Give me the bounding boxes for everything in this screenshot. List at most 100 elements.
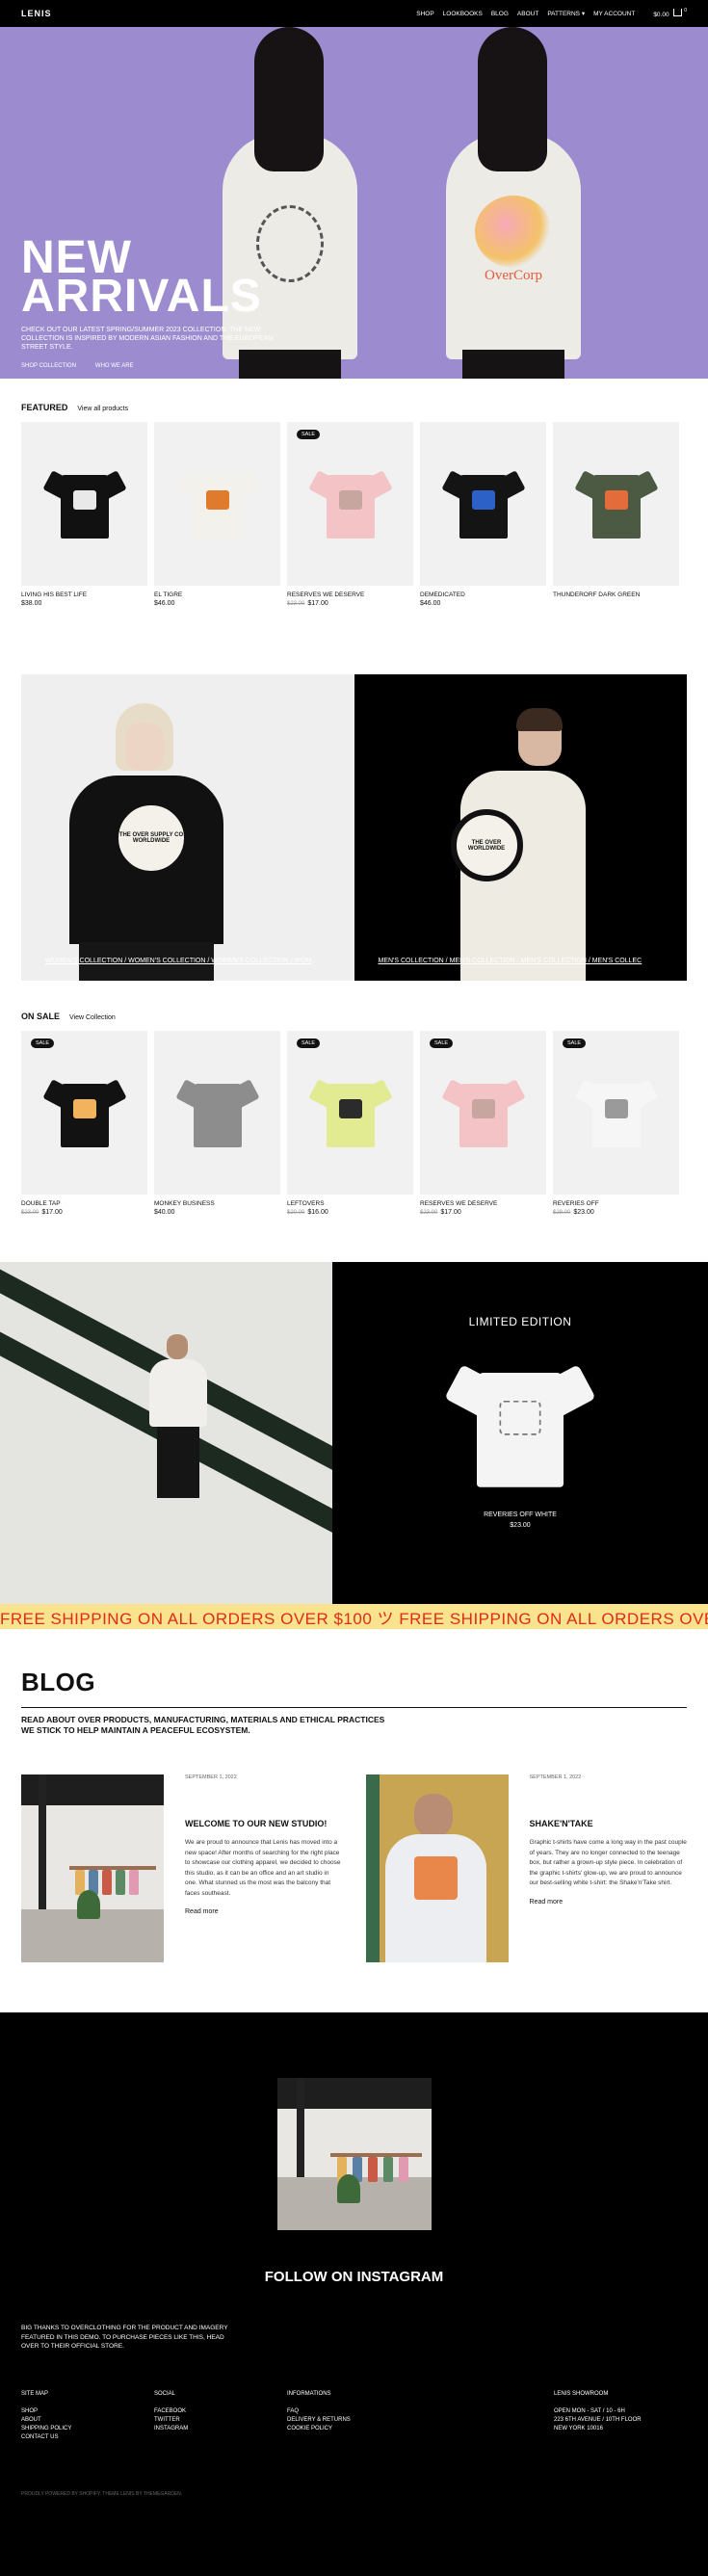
footer-link-facebook[interactable]: FACEBOOK	[154, 2407, 287, 2416]
product-name[interactable]: RESERVES WE DESERVE	[287, 591, 413, 598]
hero-title-line2: ARRIVALS	[21, 271, 262, 322]
post-title[interactable]: SHAKE'N'TAKE	[530, 1819, 688, 1828]
nav-lookbooks[interactable]: LOOKBOOKS	[443, 11, 483, 17]
womens-collection-link[interactable]: WOMEN'S COLLECTION / WOMEN'S COLLECTION …	[45, 958, 311, 964]
footer-link-twitter[interactable]: TWITTER	[154, 2416, 287, 2425]
post-date: SEPTEMBER 1, 2022	[185, 1774, 237, 1780]
product-image[interactable]	[154, 422, 280, 586]
limited-edition-panel: LIMITED EDITION REVERIES OFF WHITE $23.0…	[332, 1262, 708, 1604]
current-price: $38.00	[21, 600, 42, 607]
mens-collection-panel[interactable]: THE OVER WORLDWIDE MEN'S COLLECTION / ME…	[354, 674, 687, 981]
limited-product-image[interactable]	[443, 1348, 597, 1502]
current-price: $46.00	[420, 600, 441, 607]
nav-shop[interactable]: SHOP	[416, 11, 433, 17]
product-name[interactable]: DOUBLE TAP	[21, 1200, 147, 1207]
product-card[interactable]: SALE LEFTOVERS $20.00 $16.00	[287, 1031, 413, 1216]
product-name[interactable]: REVERIES OFF	[553, 1200, 679, 1207]
tshirt-graphic	[573, 469, 659, 539]
stairs-model	[149, 1334, 207, 1498]
cart-icon	[673, 9, 683, 16]
footer-link-delivery[interactable]: DELIVERY & RETURNS	[287, 2416, 420, 2425]
footer-link-instagram[interactable]: INSTAGRAM	[154, 2425, 287, 2433]
back-print-graphic: THE OVER WORLDWIDE	[450, 809, 523, 881]
nav-my-account[interactable]: MY ACCOUNT	[593, 11, 635, 17]
footer-col-showroom: LENIS SHOWROOM OPEN MON - SAT / 10 - 6H …	[554, 2390, 687, 2442]
womens-model-shirt: THE OVER SUPPLY CO WORLDWIDE	[69, 775, 223, 944]
who-we-are-link[interactable]: WHO WE ARE	[95, 363, 134, 369]
product-price: $23.00 $17.00	[420, 1209, 546, 1216]
cart-link[interactable]: $0.00 0	[653, 8, 687, 18]
product-card[interactable]: MONKEY BUSINESS $40.00	[154, 1031, 280, 1216]
product-name[interactable]: DEMEDICATED	[420, 591, 546, 598]
shop-collection-link[interactable]: SHOP COLLECTION	[21, 363, 76, 369]
studio-post-image[interactable]	[21, 1774, 164, 1962]
product-name[interactable]: THUNDERORF DARK GREEN	[553, 591, 679, 598]
shake-post-image[interactable]	[365, 1774, 509, 1962]
product-image[interactable]: SALE	[553, 1031, 679, 1195]
view-collection-link[interactable]: View Collection	[69, 1014, 116, 1021]
product-image[interactable]	[420, 422, 546, 586]
site-logo[interactable]: LENIS	[21, 9, 52, 18]
footer-link-shop[interactable]: SHOP	[21, 2407, 154, 2416]
tshirt-graphic	[440, 469, 526, 539]
read-more-link[interactable]: Read more	[185, 1908, 343, 1915]
featured-grid: LIVING HIS BEST LIFE $38.00 EL TIGRE $46.00…	[0, 422, 708, 607]
product-name[interactable]: RESERVES WE DESERVE	[420, 1200, 546, 1207]
nav-about[interactable]: ABOUT	[517, 11, 538, 17]
follow-instagram-title[interactable]: FOLLOW ON INSTAGRAM	[21, 2269, 687, 2285]
tshirt-graphic	[307, 469, 393, 539]
nav-patterns[interactable]: PATTERNS ▾	[547, 10, 585, 17]
free-shipping-ticker: FREE SHIPPING ON ALL ORDERS OVER $100 ツ …	[0, 1604, 708, 1629]
product-card[interactable]: SALE RESERVES WE DESERVE $23.00 $17.00	[287, 422, 413, 607]
collections-banner: THE OVER SUPPLY CO WORLDWIDE WOMEN'S COL…	[0, 674, 708, 981]
product-image[interactable]: SALE	[21, 1031, 147, 1195]
footer-link-cookie[interactable]: COOKIE POLICY	[287, 2425, 420, 2433]
product-name[interactable]: LEFTOVERS	[287, 1200, 413, 1207]
footer-link-faq[interactable]: FAQ	[287, 2407, 420, 2416]
limited-product-name[interactable]: REVERIES OFF WHITE	[484, 1511, 557, 1518]
footer-link-about[interactable]: ABOUT	[21, 2416, 154, 2425]
product-image[interactable]: SALE	[287, 422, 413, 586]
read-more-link[interactable]: Read more	[530, 1899, 688, 1906]
product-name[interactable]: EL TIGRE	[154, 591, 280, 598]
nav-blog[interactable]: BLOG	[491, 11, 509, 17]
site-footer: FOLLOW ON INSTAGRAM BIG THANKS TO OVERCL…	[0, 2012, 708, 2576]
product-image[interactable]	[21, 422, 147, 586]
view-all-products-link[interactable]: View all products	[77, 406, 128, 412]
blog-post-shake-n-take: SEPTEMBER 1, 2022 SHAKE'N'TAKE Graphic t…	[365, 1774, 688, 1962]
footer-link-contact[interactable]: CONTACT US	[21, 2433, 154, 2442]
current-price: $17.00	[41, 1209, 63, 1216]
product-image[interactable]	[553, 422, 679, 586]
limited-edition-section: LIMITED EDITION REVERIES OFF WHITE $23.0…	[0, 1262, 708, 1604]
footer-col-heading: SITE MAP	[21, 2390, 49, 2397]
instagram-image[interactable]	[276, 2078, 432, 2230]
womens-collection-panel[interactable]: THE OVER SUPPLY CO WORLDWIDE WOMEN'S COL…	[21, 674, 354, 981]
product-price: $23.00 $17.00	[21, 1209, 147, 1216]
sale-badge: SALE	[297, 430, 321, 439]
footer-col-social: SOCIAL FACEBOOK TWITTER INSTAGRAM	[154, 2390, 287, 2442]
product-card[interactable]: SALE DOUBLE TAP $23.00 $17.00	[21, 1031, 147, 1216]
product-card[interactable]: THUNDERORF DARK GREEN	[553, 422, 679, 607]
tshirt-graphic	[573, 1078, 659, 1147]
product-card[interactable]: SALE RESERVES WE DESERVE $23.00 $17.00	[420, 1031, 546, 1216]
footer-credits: BIG THANKS TO OVERCLOTHING FOR THE PRODU…	[21, 2325, 228, 2350]
product-image[interactable]: SALE	[420, 1031, 546, 1195]
footer-columns: SITE MAP SHOP ABOUT SHIPPING POLICY CONT…	[21, 2390, 687, 2442]
mens-collection-link[interactable]: MEN'S COLLECTION / MEN'S COLLECTION / ME…	[379, 958, 642, 964]
product-image[interactable]: SALE	[287, 1031, 413, 1195]
product-name[interactable]: LIVING HIS BEST LIFE	[21, 591, 147, 598]
product-card[interactable]: EL TIGRE $46.00	[154, 422, 280, 607]
tshirt-graphic	[41, 1078, 127, 1147]
original-price: $28.00	[553, 1210, 571, 1216]
footer-col-informations: INFORMATIONS FAQ DELIVERY & RETURNS COOK…	[287, 2390, 420, 2442]
tshirt-graphic	[307, 1078, 393, 1147]
post-title[interactable]: WELCOME TO OUR NEW STUDIO!	[185, 1819, 343, 1828]
product-card[interactable]: SALE REVERIES OFF $28.00 $23.00	[553, 1031, 679, 1216]
featured-section: FEATURED View all products LIVING HIS BE…	[0, 403, 708, 607]
product-card[interactable]: DEMEDICATED $46.00	[420, 422, 546, 607]
product-name[interactable]: MONKEY BUSINESS	[154, 1200, 280, 1207]
featured-title: FEATURED	[21, 403, 68, 412]
product-card[interactable]: LIVING HIS BEST LIFE $38.00	[21, 422, 147, 607]
footer-link-shipping[interactable]: SHIPPING POLICY	[21, 2425, 154, 2433]
product-image[interactable]	[154, 1031, 280, 1195]
